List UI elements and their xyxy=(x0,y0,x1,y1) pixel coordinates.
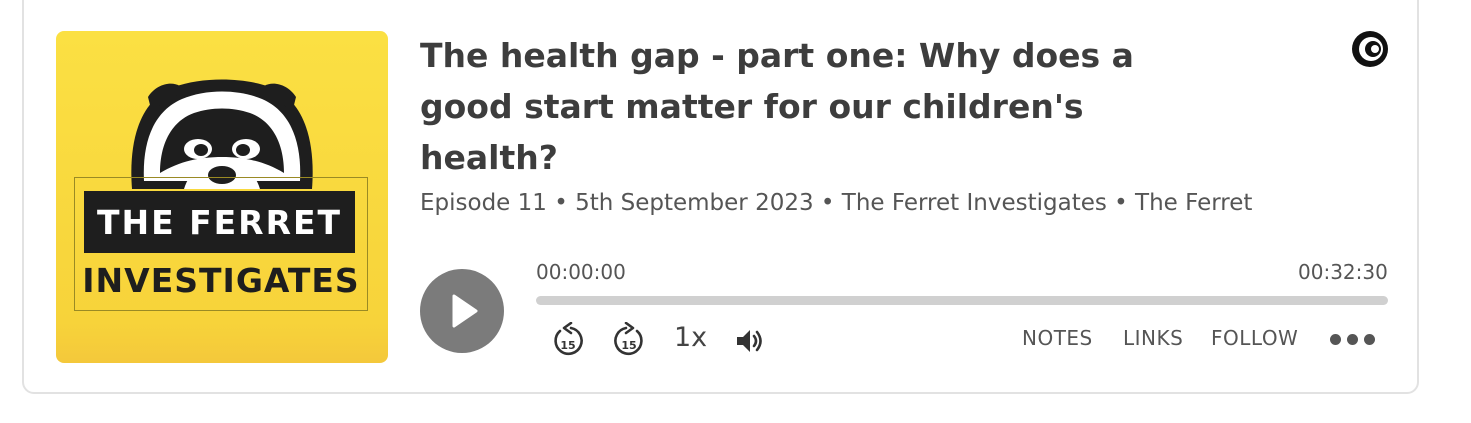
more-icon xyxy=(1330,334,1341,345)
rewind-15-icon: 15 xyxy=(554,322,583,356)
forward-15-button[interactable]: 15 xyxy=(609,321,649,361)
cover-title-line2: INVESTIGATES xyxy=(82,260,360,300)
forward-seconds: 15 xyxy=(621,339,636,352)
podcast-cover-art: THE FERRET INVESTIGATES xyxy=(56,31,388,363)
more-options-button[interactable] xyxy=(1330,334,1375,345)
more-icon xyxy=(1364,334,1375,345)
follow-button[interactable]: FOLLOW xyxy=(1211,326,1298,350)
rewind-15-button[interactable]: 15 xyxy=(548,321,588,361)
notes-button[interactable]: NOTES xyxy=(1022,326,1093,350)
cover-title-line1: THE FERRET xyxy=(96,202,343,242)
rewind-seconds: 15 xyxy=(560,339,575,352)
current-time: 00:00:00 xyxy=(536,260,626,284)
links-button[interactable]: LINKS xyxy=(1123,326,1183,350)
captivate-logo-icon[interactable] xyxy=(1351,30,1389,68)
playback-speed-button[interactable]: 1x xyxy=(674,322,707,353)
volume-button[interactable] xyxy=(732,321,768,361)
more-icon xyxy=(1347,334,1358,345)
forward-15-icon: 15 xyxy=(614,322,643,356)
play-icon xyxy=(452,294,478,328)
volume-icon xyxy=(737,330,762,352)
duration: 00:32:30 xyxy=(1298,260,1388,284)
progress-bar[interactable] xyxy=(536,296,1388,305)
play-button[interactable] xyxy=(420,269,504,353)
episode-meta: Episode 11 • 5th September 2023 • The Fe… xyxy=(420,190,1253,216)
episode-title: The health gap - part one: Why does a go… xyxy=(420,36,1134,177)
